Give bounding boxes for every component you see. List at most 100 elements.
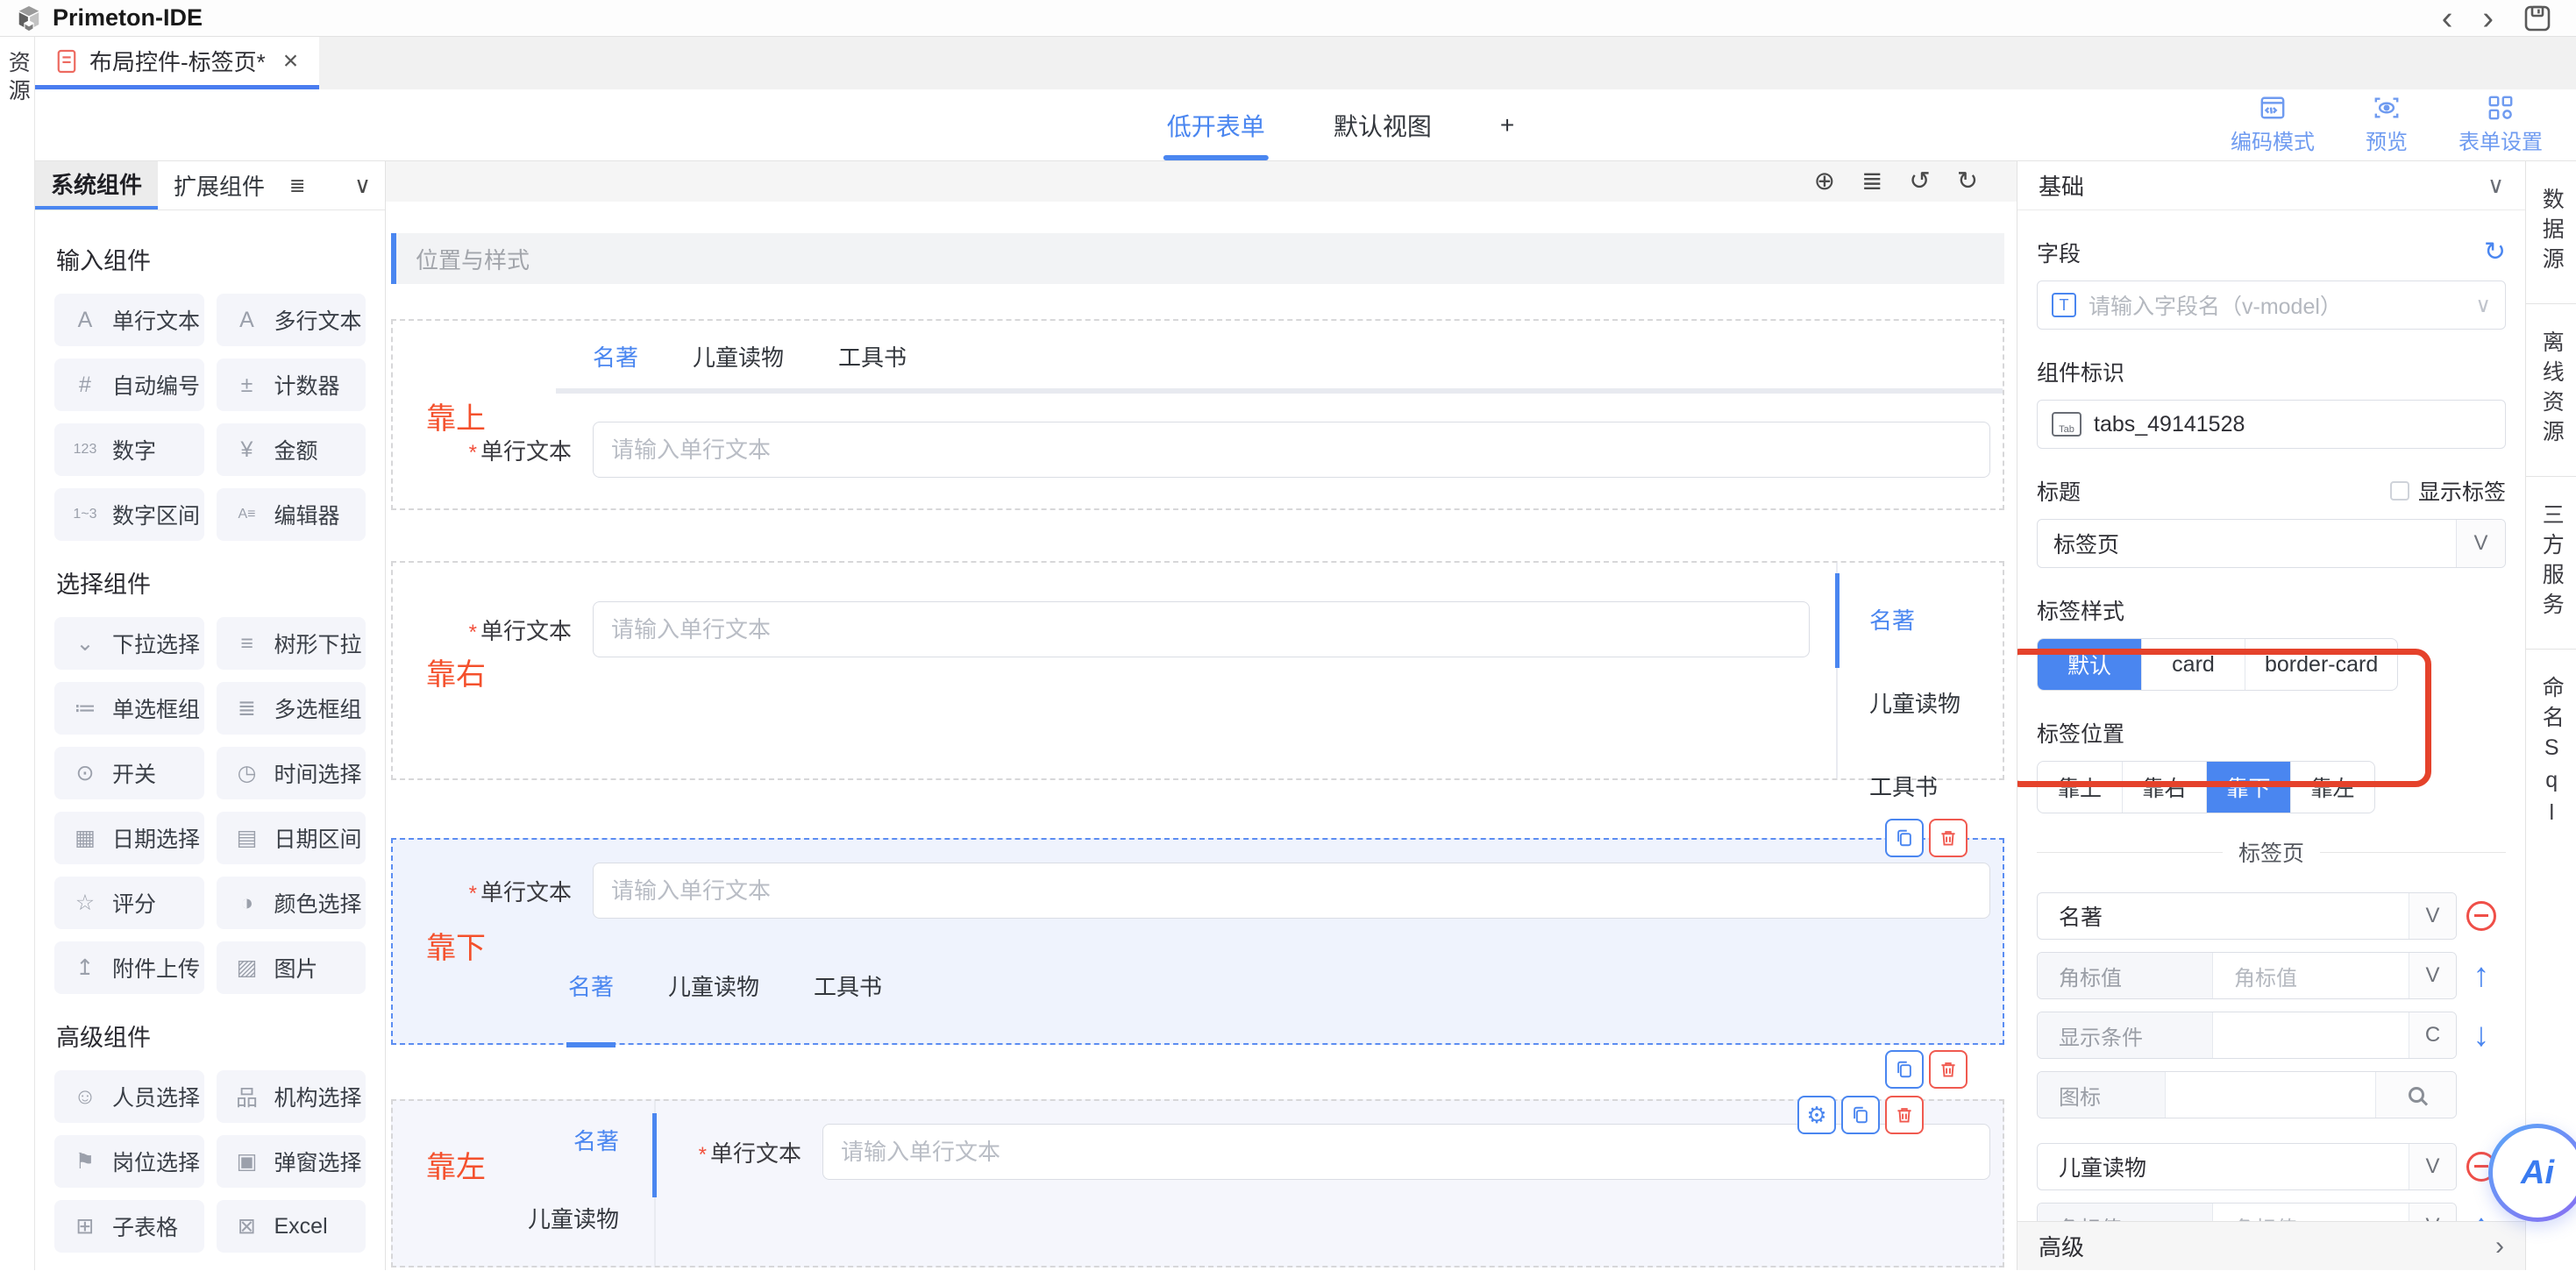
panel-collapse-chevron-icon[interactable]: ∨ [354,161,371,209]
tab-position-top[interactable]: 靠上 [2038,762,2122,813]
close-icon[interactable]: × [283,46,299,76]
tabs-container-bottom-selected[interactable]: 靠下 *单行文本 名著儿童读物工具书 [391,838,2004,1045]
canvas-tabs-top-tab[interactable]: 儿童读物 [693,340,784,373]
ai-assistant-button[interactable]: Ai [2488,1124,2576,1222]
component-card-date-range[interactable]: ▤日期区间 [217,812,366,864]
canvas-tabs-bottom-tab[interactable]: 儿童读物 [668,969,759,1002]
tab-position-right[interactable]: 靠右 [2122,762,2206,813]
icon-input[interactable] [2166,1072,2375,1118]
tab-style-border-card[interactable]: border-card [2245,639,2397,690]
undo-icon[interactable]: ↺ [1909,169,1930,195]
nav-back-icon[interactable]: ‹ [2442,2,2453,35]
canvas-tabs-right-tab[interactable]: 儿童读物 [1869,686,2003,719]
variable-toggle-button[interactable]: V [2409,1144,2456,1189]
component-card-single-line-text[interactable]: A单行文本 [54,294,204,346]
canvas-tabs-right-tab[interactable]: 工具书 [1869,770,2003,802]
component-card-auto-number[interactable]: #自动编号 [54,359,204,411]
copy-button[interactable] [1841,1096,1880,1134]
component-card-amount[interactable]: ¥金额 [217,423,366,476]
show-label-checkbox[interactable] [2390,481,2409,501]
copy-button[interactable] [1885,819,1924,857]
component-card-counter[interactable]: ±计数器 [217,359,366,411]
nav-forward-icon[interactable]: › [2482,2,2494,35]
tab-name-row-field[interactable]: 名著V [2037,892,2457,940]
variable-toggle-button[interactable]: V [2409,953,2456,998]
canvas-tabs-right-tab[interactable]: 名著 [1869,603,2003,636]
component-card-dialog-select[interactable]: ▣弹窗选择 [217,1135,366,1188]
preview-button[interactable]: 预览 [2366,95,2408,155]
component-card-checkbox-group[interactable]: ≣多选框组 [217,682,366,735]
add-view-button[interactable]: + [1500,89,1514,160]
variable-toggle-button[interactable]: V [2409,893,2456,939]
component-card-file-upload[interactable]: ↥附件上传 [54,941,204,994]
resource-strip[interactable]: 资源 [0,37,35,1270]
component-card-multi-line-text[interactable]: A多行文本 [217,294,366,346]
move-down-button[interactable]: ↓ [2473,1019,2490,1052]
right-strip-item[interactable]: 三方服务 [2526,477,2576,650]
field-name-select[interactable]: T 请输入字段名（v-model） ∨ [2037,280,2506,330]
code-mode-button[interactable]: 编码模式 [2231,95,2315,155]
tab-style-card[interactable]: card [2141,639,2245,690]
tab-badge-row-field[interactable]: 角标值角标值V [2037,952,2457,999]
icon-search-button[interactable] [2375,1072,2456,1118]
tab-name-row-field[interactable]: 儿童读物V [2037,1143,2457,1190]
component-card-image[interactable]: ▨图片 [217,941,366,994]
component-card-excel[interactable]: ⊠Excel [217,1200,366,1253]
component-id-field[interactable]: Tab tabs_49141528 [2037,400,2506,449]
badge-input[interactable]: 角标值 [2213,953,2409,998]
canvas-tabs-bottom-tab[interactable]: 工具书 [814,969,882,1002]
panel-menu-icon[interactable]: ≣ [289,161,305,209]
component-card-switch[interactable]: ⊙开关 [54,747,204,799]
tabs-container-left[interactable]: ⚙ 靠左 名著儿童读物工具书 *单行文本 [391,1099,2004,1267]
canvas-tabs-left-tab[interactable]: 名著 [393,1124,619,1156]
condition-toggle-button[interactable]: C [2409,1012,2456,1058]
component-card-tree-dropdown[interactable]: ≡树形下拉 [217,617,366,670]
save-icon[interactable] [2523,4,2551,32]
right-strip-item[interactable]: 数据源 [2526,161,2576,304]
globe-icon[interactable]: ⊕ [1814,169,1835,195]
remove-tab-button[interactable] [2466,901,2496,931]
single-line-text-input[interactable] [593,422,1990,478]
show-label-option[interactable]: 显示标签 [2390,475,2506,507]
copy-button[interactable] [1885,1050,1924,1089]
tab-position-left[interactable]: 靠左 [2290,762,2374,813]
canvas-tabs-left-tab[interactable]: 儿童读物 [393,1202,619,1234]
tab-system-components[interactable]: 系统组件 [35,161,158,209]
condition-input[interactable] [2213,1012,2409,1058]
component-card-rating[interactable]: ☆评分 [54,877,204,929]
component-card-number-range[interactable]: 1~3数字区间 [54,488,204,541]
delete-button[interactable] [1885,1096,1924,1134]
tab-name-input[interactable]: 名著 [2038,893,2409,939]
tab-style-default[interactable]: 默认 [2038,639,2141,690]
tab-default-view[interactable]: 默认视图 [1334,89,1432,160]
form-settings-button[interactable]: 表单设置 [2459,95,2543,155]
right-strip-item[interactable]: 离线资源 [2526,304,2576,477]
component-card-number[interactable]: 123数字 [54,423,204,476]
tab-lowcode-form[interactable]: 低开表单 [1167,89,1265,160]
component-card-editor[interactable]: A≡编辑器 [217,488,366,541]
variable-toggle-button[interactable]: V [2456,520,2505,567]
section-header-position-style[interactable]: 位置与样式 [391,233,2004,284]
tabs-container-top[interactable]: 靠上 名著儿童读物工具书 *单行文本 [391,319,2004,510]
component-card-date-picker[interactable]: ▦日期选择 [54,812,204,864]
component-card-radio-group[interactable]: ≔单选框组 [54,682,204,735]
title-input[interactable] [2038,520,2456,567]
tab-extended-components[interactable]: 扩展组件 [158,161,281,209]
component-card-sub-table[interactable]: ⊞子表格 [54,1200,204,1253]
component-card-time-picker[interactable]: ◷时间选择 [217,747,366,799]
chevron-down-icon[interactable]: ∨ [2487,172,2504,199]
single-line-text-input[interactable] [593,601,1810,657]
tabs-container-right[interactable]: 靠右 *单行文本 名著儿童读物工具书 [391,561,2004,780]
tab-condition-row-field[interactable]: 显示条件C [2037,1012,2457,1059]
canvas-tabs-bottom-tab[interactable]: 名著 [568,969,614,1002]
component-card-post-select[interactable]: ⚑岗位选择 [54,1135,204,1188]
component-card-person-select[interactable]: ☺人员选择 [54,1070,204,1123]
component-card-org-select[interactable]: 品机构选择 [217,1070,366,1123]
canvas-tabs-top-tab[interactable]: 工具书 [838,340,907,373]
canvas-tabs-top-tab[interactable]: 名著 [593,340,638,373]
outline-tree-icon[interactable]: ≣ [1861,169,1882,195]
redo-icon[interactable]: ↻ [1957,169,1978,195]
delete-button[interactable] [1929,819,1968,857]
delete-button[interactable] [1929,1050,1968,1089]
properties-header[interactable]: 基础 ∨ [2017,161,2525,210]
